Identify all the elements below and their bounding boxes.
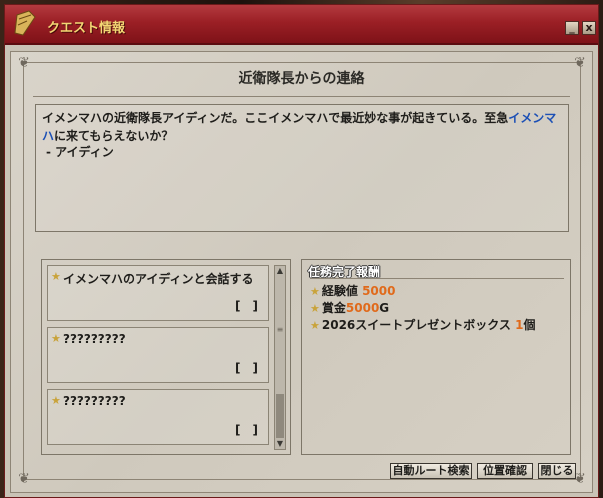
window-title: クエスト情報: [47, 21, 126, 36]
quest-title: 近衛隊長からの連絡: [238, 71, 365, 87]
quest-signature: - アイディン: [46, 145, 114, 159]
quest-description: イメンマハの近衛隊長アイディンだ。ここイメンマハで最近妙な事が起きている。至急イ…: [42, 109, 562, 145]
star-icon: ★: [51, 332, 61, 345]
reward-label: 経験値: [321, 284, 358, 298]
quest-description-box: イメンマハの近衛隊長アイディンだ。ここイメンマハで最近妙な事が起きている。至急イ…: [35, 104, 569, 232]
window-body: ❦ ❦ ❦ ❦ 近衛隊長からの連絡 イメンマハの近衛隊長アイディンだ。ここイメン…: [10, 51, 593, 493]
scroll-thumb[interactable]: [276, 394, 284, 438]
objective-item[interactable]: ★ ????????? [ ]: [47, 327, 269, 383]
title-divider: [33, 96, 570, 97]
scroll-grip-icon: ≡: [276, 325, 284, 334]
objective-text: ?????????: [63, 332, 126, 346]
location-check-button[interactable]: 位置確認: [477, 463, 533, 479]
scroll-icon: [14, 10, 36, 36]
window-titlebar[interactable]: クエスト情報 _ x: [5, 5, 598, 45]
objectives-panel: ★ イメンマハのアイディンと会話する [ ] ★ ????????? [ ] ★…: [41, 259, 291, 455]
star-icon: ★: [310, 285, 320, 298]
scroll-down-arrow-icon[interactable]: ▼: [275, 439, 285, 449]
quest-info-window: クエスト情報 _ x ❦ ❦ ❦ ❦ 近衛隊長からの連絡 イメンマハの近衛隊長ア…: [4, 4, 599, 498]
reward-suffix: 個: [523, 318, 536, 332]
reward-item: ★ 経験値 5000: [310, 282, 395, 299]
objective-progress: [ ]: [235, 423, 258, 437]
objectives-scrollbar[interactable]: ▲ ≡ ▼: [274, 265, 286, 450]
star-icon: ★: [51, 394, 61, 407]
scroll-up-arrow-icon[interactable]: ▲: [275, 266, 285, 276]
description-text: に来てもらえないか？: [54, 129, 174, 143]
reward-value: 5000: [362, 284, 396, 298]
reward-value: 5000: [345, 301, 380, 315]
objective-item[interactable]: ★ イメンマハのアイディンと会話する [ ]: [47, 265, 269, 321]
auto-route-button[interactable]: 自動ルート検索: [390, 463, 472, 479]
objective-text: ?????????: [63, 394, 126, 408]
objective-progress: [ ]: [235, 361, 258, 375]
reward-suffix: G: [379, 301, 390, 315]
minimize-button[interactable]: _: [565, 21, 579, 35]
objective-progress: [ ]: [235, 299, 258, 313]
close-button[interactable]: 閉じる: [538, 463, 576, 479]
reward-item: ★ 賞金5000G: [310, 299, 389, 316]
star-icon: ★: [51, 270, 61, 283]
reward-label: 2026スイートプレゼントボックス: [321, 318, 511, 332]
reward-item: ★ 2026スイートプレゼントボックス 1個: [310, 316, 535, 333]
objective-item[interactable]: ★ ????????? [ ]: [47, 389, 269, 445]
description-text: イメンマハの近衛隊長アイディンだ。ここイメンマハで最近妙な事が起きている。至急: [42, 111, 509, 125]
rewards-divider: [310, 278, 564, 279]
rewards-panel: 任務完了報酬 ★ 経験値 5000 ★ 賞金5000G ★ 2026スイートプレゼント…: [301, 259, 571, 455]
reward-label: 賞金: [321, 301, 346, 315]
objective-text: イメンマハのアイディンと会話する: [63, 272, 254, 286]
star-icon: ★: [310, 302, 320, 315]
corner-ornament-icon: ❦: [18, 471, 30, 487]
close-window-button[interactable]: x: [582, 21, 596, 35]
star-icon: ★: [310, 319, 320, 332]
